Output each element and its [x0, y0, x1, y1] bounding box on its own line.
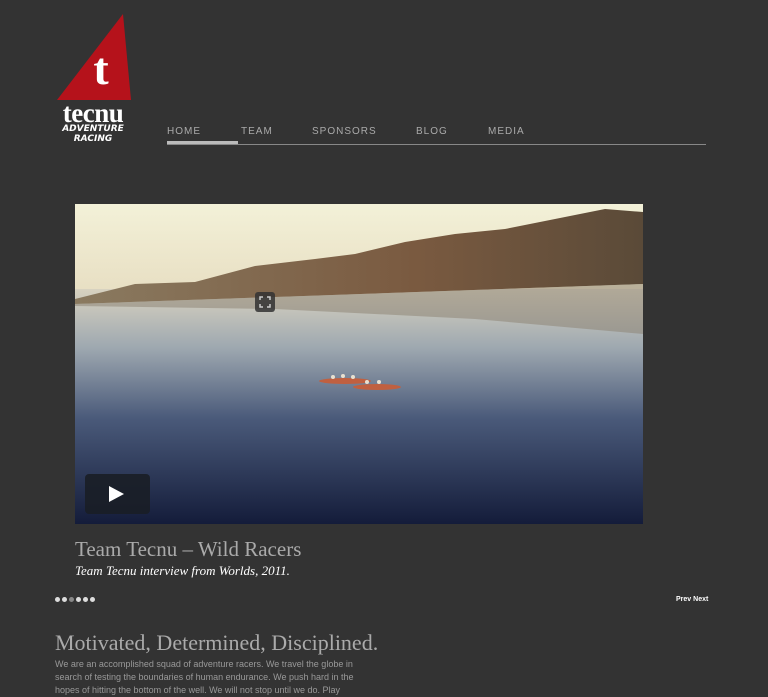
play-button[interactable] [85, 474, 150, 514]
logo[interactable]: t tecnu ADVENTURE RACING [55, 12, 135, 147]
slide-title: Team Tecnu – Wild Racers [75, 537, 302, 561]
logo-triangle: t [57, 14, 131, 100]
fullscreen-icon [259, 296, 271, 308]
video-frame [75, 204, 643, 524]
slide-dot[interactable] [55, 597, 60, 602]
play-icon [109, 486, 124, 502]
slide-dot[interactable] [62, 597, 67, 602]
fullscreen-button[interactable] [255, 292, 275, 312]
nav-blog[interactable]: BLOG [416, 126, 448, 137]
slide-dots [55, 597, 97, 603]
prev-button[interactable]: Prev [676, 596, 691, 603]
slide-dot[interactable] [83, 597, 88, 602]
logo-tagline-1: ADVENTURE [62, 124, 124, 134]
slide-dot[interactable] [76, 597, 81, 602]
slide-subtitle: Team Tecnu interview from Worlds, 2011. [75, 563, 290, 578]
slide-dot[interactable] [90, 597, 95, 602]
nav-team[interactable]: TEAM [241, 126, 273, 137]
video-player[interactable] [75, 204, 643, 524]
slide-pager: Prev Next [676, 596, 708, 603]
logo-letter: t [93, 43, 109, 94]
logo-wordmark: tecnu [62, 98, 124, 128]
main-nav: HOME TEAM SPONSORS BLOG MEDIA [167, 126, 706, 145]
nav-active-indicator [167, 141, 238, 144]
section-body: We are an accomplished squad of adventur… [55, 659, 354, 695]
nav-media[interactable]: MEDIA [488, 126, 525, 137]
slide-dot[interactable] [69, 597, 74, 602]
next-button[interactable]: Next [693, 596, 708, 603]
nav-sponsors[interactable]: SPONSORS [312, 126, 377, 137]
section-headline: Motivated, Determined, Disciplined. [55, 630, 379, 655]
logo-tagline-2: RACING [73, 134, 113, 144]
nav-home[interactable]: HOME [167, 126, 201, 137]
